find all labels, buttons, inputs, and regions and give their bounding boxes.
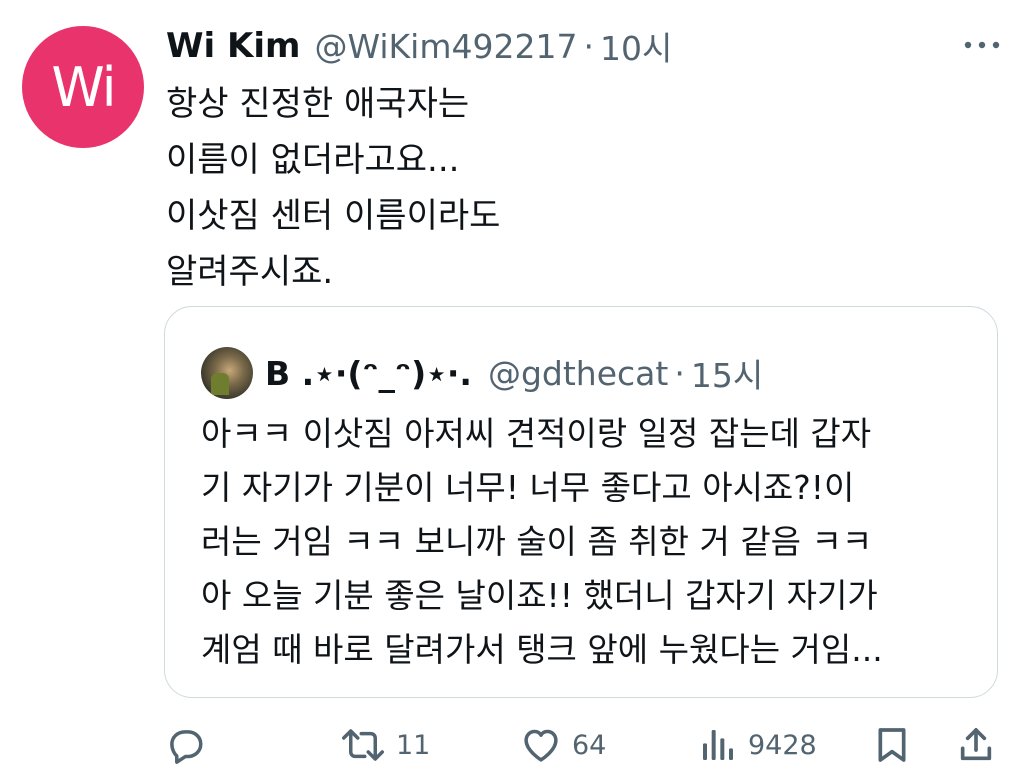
tweet-header: Wi Kim @WiKim492217 · 10시	[166, 22, 672, 70]
quoted-author-handle[interactable]: @gdthecat	[488, 354, 668, 393]
quoted-tweet[interactable]: B .⋆·(ᵔ_ᵔ)⋆·. @gdthecat · 15시 아ㅋㅋ 이삿짐 아저…	[164, 306, 998, 698]
reply-icon	[170, 730, 203, 764]
quoted-tweet-text: 아ㅋㅋ 이삿짐 아저씨 견적이랑 일정 잡는데 갑자 기 자기가 기분이 너무!…	[201, 407, 971, 677]
tweet-text: 항상 진정한 애국자는 이름이 없더라고요... 이삿짐 센터 이름이라도 알려…	[166, 76, 986, 300]
reply-button[interactable]	[164, 722, 216, 768]
views-chart-icon	[703, 730, 733, 760]
retweet-count: 11	[396, 729, 431, 761]
bookmark-button[interactable]	[872, 722, 912, 768]
quoted-text-line: 계엄 때 바로 달려가서 탱크 앞에 누웠다는 거임...	[201, 630, 883, 669]
tweet-text-line: 알려주시죠.	[166, 252, 334, 292]
quoted-text-line: 아 오늘 기분 좋은 날이죠!! 했더니 갑자기 자기가	[201, 576, 878, 615]
tweet-timestamp[interactable]: 10시	[600, 22, 672, 70]
views-count: 9428	[748, 729, 817, 761]
author-avatar[interactable]: Wi	[22, 26, 144, 148]
quoted-text-line: 아ㅋㅋ 이삿짐 아저씨 견적이랑 일정 잡는데 갑자	[201, 414, 872, 453]
author-name[interactable]: Wi Kim	[166, 26, 300, 66]
more-options-button[interactable]	[962, 30, 1002, 60]
retweet-button[interactable]: 11	[340, 722, 430, 768]
more-horizontal-icon	[964, 41, 1000, 49]
tweet-text-line: 이름이 없더라고요...	[166, 140, 460, 180]
heart-icon	[524, 729, 558, 762]
header-separator: ·	[583, 26, 594, 66]
quoted-author-name[interactable]: B .⋆·(ᵔ_ᵔ)⋆·.	[265, 354, 472, 393]
author-handle[interactable]: @WiKim492217	[314, 27, 577, 66]
tweet-text-line: 이삿짐 센터 이름이라도	[166, 196, 501, 236]
quoted-header-separator: ·	[674, 353, 685, 393]
views-button[interactable]: 9428	[698, 722, 817, 768]
quoted-tweet-timestamp[interactable]: 15시	[691, 349, 763, 397]
tweet: Wi Wi Kim @WiKim492217 · 10시 항상 진정한 애국자는…	[0, 0, 1024, 772]
like-count: 64	[572, 729, 607, 761]
tweet-actions-bar: 11 64 9428	[0, 718, 1024, 772]
quoted-text-line: 기 자기가 기분이 너무! 너무 좋다고 아시죠?!이	[201, 468, 855, 507]
share-icon	[960, 728, 992, 761]
avatar-initials: Wi	[51, 55, 116, 119]
like-button[interactable]: 64	[520, 722, 606, 768]
quoted-tweet-header: B .⋆·(ᵔ_ᵔ)⋆·. @gdthecat · 15시	[201, 345, 763, 401]
quoted-author-avatar[interactable]	[201, 347, 253, 399]
share-button[interactable]	[956, 722, 996, 768]
bookmark-icon	[878, 728, 906, 762]
retweet-icon	[342, 729, 384, 761]
tweet-text-line: 항상 진정한 애국자는	[166, 84, 470, 124]
quoted-text-line: 러는 거임 ㅋㅋ 보니까 술이 좀 취한 거 같음 ㅋㅋ	[201, 522, 873, 561]
